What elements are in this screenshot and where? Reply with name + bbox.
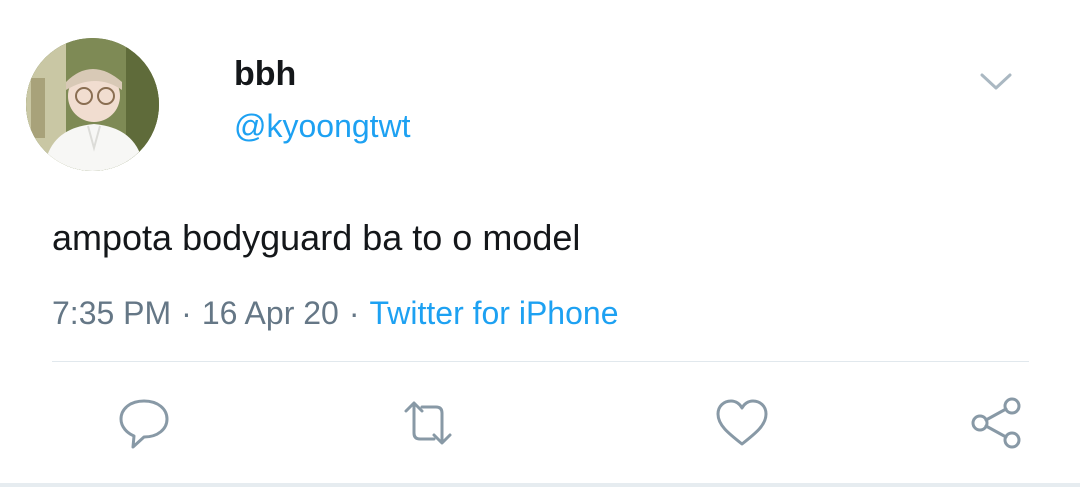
tweet-date: 16 Apr 20 (201, 295, 339, 331)
tweet-meta: 7:35 PM · 16 Apr 20 · Twitter for iPhone (52, 292, 618, 334)
reply-icon[interactable] (114, 395, 174, 451)
tweet-source-link[interactable]: Twitter for iPhone (369, 295, 618, 331)
tweet-card: bbh @kyoongtwt ampota bodyguard ba to o … (0, 0, 1080, 487)
meta-separator: · (348, 295, 360, 331)
share-icon[interactable] (966, 395, 1026, 451)
user-handle[interactable]: @kyoongtwt (234, 106, 411, 146)
meta-separator: · (181, 295, 192, 331)
divider (52, 361, 1029, 362)
display-name[interactable]: bbh (234, 52, 296, 96)
tweet-text: ampota bodyguard ba to o model (52, 217, 581, 258)
tweet-time: 7:35 PM (52, 295, 172, 331)
chevron-down-icon[interactable] (978, 66, 1014, 96)
avatar[interactable] (26, 38, 159, 171)
avatar-image (26, 38, 159, 171)
heart-icon[interactable] (712, 395, 772, 451)
retweet-icon[interactable] (398, 395, 458, 451)
bottom-border (0, 483, 1080, 487)
